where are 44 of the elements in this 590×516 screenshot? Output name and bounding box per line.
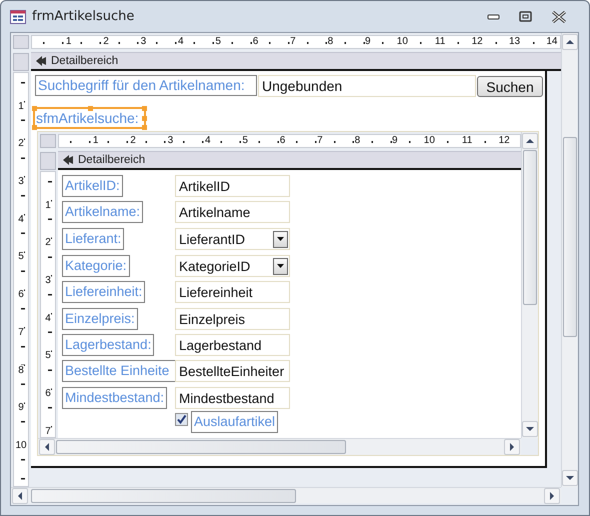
restore-icon[interactable] xyxy=(519,10,533,22)
ruler-number: 7 xyxy=(45,426,51,437)
text-field[interactable]: ArtikelID xyxy=(175,175,290,197)
checkbox[interactable] xyxy=(175,413,188,426)
section-arrow-icon xyxy=(62,154,74,166)
search-field[interactable]: Ungebunden xyxy=(258,75,476,97)
horizontal-scrollbar[interactable] xyxy=(38,438,521,455)
text-field[interactable]: Liefereinheit xyxy=(175,281,290,303)
section-title: Detailbereich xyxy=(78,154,146,166)
scrollbar-thumb[interactable] xyxy=(56,440,346,454)
section-header[interactable]: Detailbereich xyxy=(31,52,561,71)
search-button[interactable]: Suchen xyxy=(477,76,543,97)
section-header[interactable]: Detailbereich xyxy=(58,151,521,170)
horizontal-scrollbar[interactable] xyxy=(11,487,561,503)
scroll-left-icon[interactable] xyxy=(39,439,55,455)
section-title: Detailbereich xyxy=(51,55,118,67)
combo-box[interactable]: LieferantID xyxy=(175,228,290,250)
text-field[interactable]: Einzelpreis xyxy=(175,308,290,330)
scroll-right-icon[interactable] xyxy=(544,488,560,504)
close-icon[interactable] xyxy=(551,10,567,22)
combo-box[interactable]: KategorieID xyxy=(175,255,290,277)
text-field[interactable]: Artikelname xyxy=(175,201,290,223)
text-field[interactable]: BestellteEinheiter xyxy=(175,360,290,382)
scroll-down-icon[interactable] xyxy=(522,421,538,437)
scroll-up-icon[interactable] xyxy=(522,133,538,149)
scroll-up-icon[interactable] xyxy=(562,34,578,50)
dropdown-icon[interactable] xyxy=(277,237,284,241)
scrollbar-thumb[interactable] xyxy=(562,137,576,337)
text-field[interactable]: Lagerbestand xyxy=(175,334,290,356)
scroll-right-icon[interactable] xyxy=(504,439,520,455)
scroll-left-icon[interactable] xyxy=(12,488,28,504)
form-icon xyxy=(10,10,26,24)
text-field[interactable]: Mindestbestand xyxy=(175,387,290,409)
subform-control[interactable] xyxy=(37,131,539,456)
scrollbar-thumb[interactable] xyxy=(31,488,296,502)
dropdown-icon[interactable] xyxy=(277,264,284,268)
vertical-scrollbar[interactable] xyxy=(561,33,577,487)
scroll-down-icon[interactable] xyxy=(562,470,578,486)
vertical-scrollbar[interactable] xyxy=(521,132,538,438)
minimize-icon[interactable] xyxy=(487,12,501,20)
scrollbar-thumb[interactable] xyxy=(523,150,537,305)
ruler-number: 8 xyxy=(18,364,24,376)
section-arrow-icon xyxy=(35,56,47,66)
window-title: frmArtikelsuche xyxy=(32,9,134,24)
